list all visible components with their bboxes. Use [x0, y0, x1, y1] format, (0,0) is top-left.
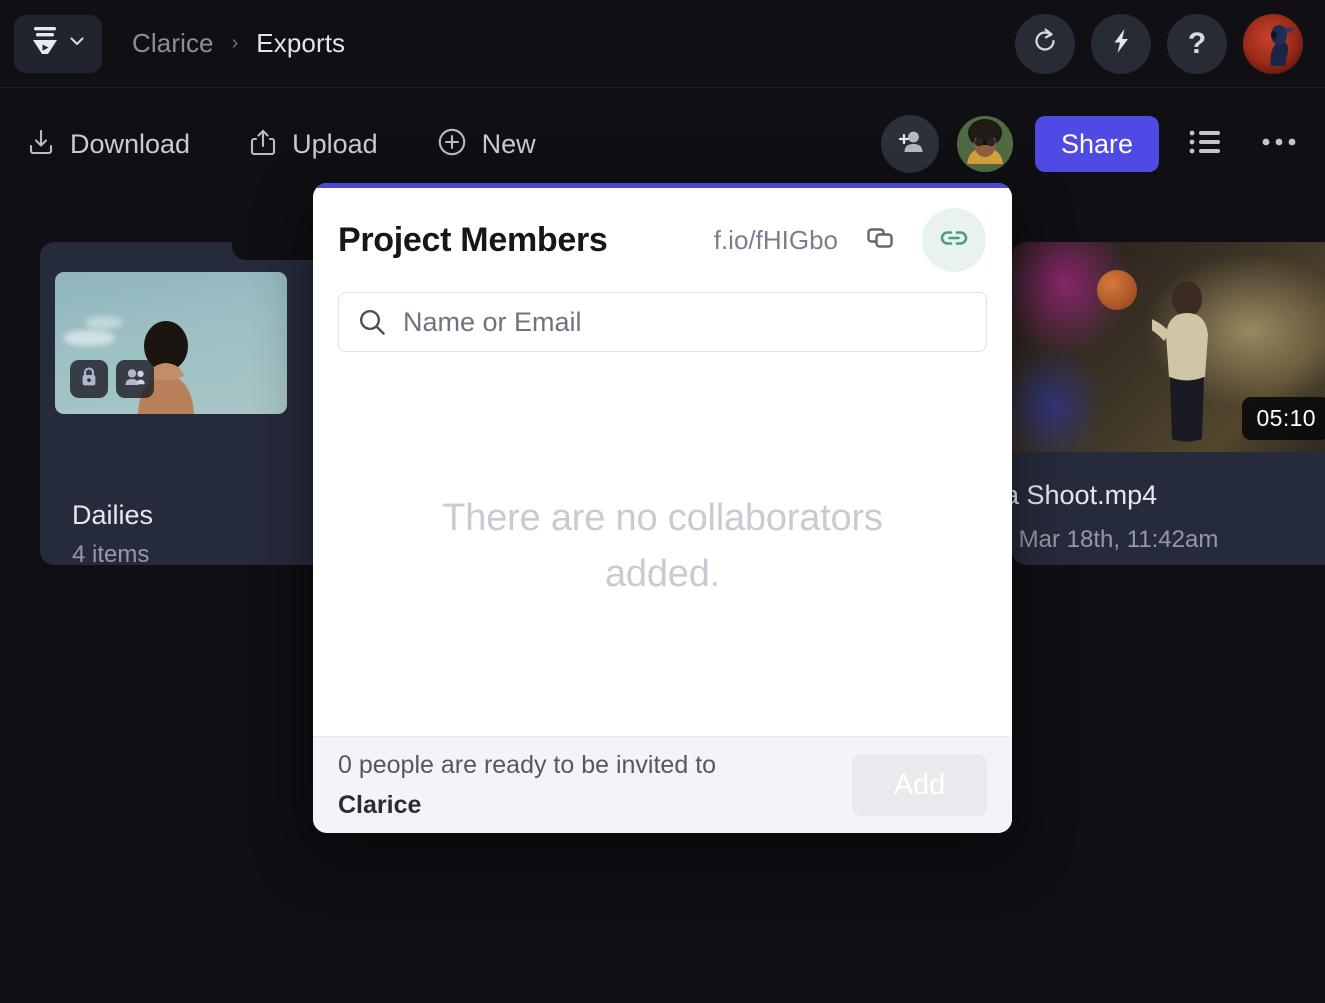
toolbar-right-actions: Share [881, 115, 1307, 173]
invite-target-project: Clarice [338, 785, 716, 826]
modal-header: Project Members f.io/fHIGbo [313, 188, 1012, 292]
new-button[interactable]: New [432, 114, 540, 174]
search-icon [357, 307, 387, 337]
copy-icon [864, 222, 896, 259]
breadcrumb-item-project[interactable]: Clarice [132, 28, 214, 59]
more-options-button[interactable] [1251, 116, 1307, 172]
people-badge[interactable] [116, 360, 154, 398]
thumbnail-image [55, 272, 287, 414]
invite-summary-text: 0 people are ready to be invited to [338, 751, 716, 779]
invite-summary: 0 people are ready to be invited to Clar… [338, 745, 716, 826]
share-link-text: f.io/fHIGbo [714, 225, 838, 256]
plus-circle-icon [436, 126, 468, 163]
video-duration-badge: 05:10 [1242, 397, 1325, 440]
lock-icon [79, 366, 99, 393]
basketball-shape [1097, 270, 1137, 310]
add-button[interactable]: Add [852, 754, 987, 816]
breadcrumb-separator-icon: › [232, 32, 239, 55]
refresh-button[interactable] [1015, 14, 1075, 74]
new-label: New [482, 129, 536, 160]
add-person-icon [894, 126, 926, 163]
breadcrumb: Clarice › Exports [132, 28, 345, 59]
collaborator-avatar[interactable] [957, 116, 1013, 172]
top-bar: Clarice › Exports ? [0, 0, 1325, 88]
user-avatar[interactable] [1243, 14, 1303, 74]
upload-label: Upload [292, 129, 378, 160]
thumbnail-image: 05:10 [1012, 242, 1325, 452]
project-members-modal: Project Members f.io/fHIGbo [313, 183, 1012, 833]
modal-footer: 0 people are ready to be invited to Clar… [313, 736, 1012, 833]
frameio-logo-icon [30, 25, 60, 62]
top-bar-actions: ? [1015, 14, 1303, 74]
cloud-shape [85, 316, 123, 329]
card-title: Dailies [72, 500, 153, 531]
card-subtitle: 4 items [72, 541, 149, 569]
empty-state-message: There are no collaborators added. [423, 490, 903, 602]
share-button[interactable]: Share [1035, 116, 1159, 172]
download-label: Download [70, 129, 190, 160]
upload-icon [248, 127, 278, 162]
search-section [313, 292, 1012, 352]
search-input[interactable] [403, 307, 968, 338]
add-person-button[interactable] [881, 115, 939, 173]
copy-link-button[interactable] [860, 220, 900, 260]
cloud-shape [63, 330, 115, 346]
help-button[interactable]: ? [1167, 14, 1227, 74]
list-view-button[interactable] [1177, 116, 1233, 172]
modal-body: There are no collaborators added. [313, 352, 1012, 736]
share-link-toggle-button[interactable] [922, 208, 986, 272]
card-subtitle: · Mar 18th, 11:42am [1012, 526, 1218, 554]
link-chain-icon [938, 222, 970, 259]
card-title: a Shoot.mp4 [1012, 480, 1157, 511]
video-card-shoot[interactable]: 05:10 a Shoot.mp4 · Mar 18th, 11:42am [1012, 242, 1325, 565]
lock-badge[interactable] [70, 360, 108, 398]
more-horizontal-icon [1261, 135, 1297, 153]
person-silhouette [1152, 277, 1222, 447]
folder-card-dailies[interactable]: Dailies 4 items [40, 242, 360, 565]
question-mark-icon: ? [1188, 29, 1206, 59]
download-button[interactable]: Download [22, 114, 194, 174]
thumbnail-badges [70, 360, 154, 398]
modal-title: Project Members [338, 221, 608, 260]
upload-button[interactable]: Upload [244, 114, 382, 174]
breadcrumb-item-current[interactable]: Exports [256, 28, 345, 59]
search-box[interactable] [338, 292, 987, 352]
workspace-switcher-button[interactable] [14, 15, 102, 73]
lightning-button[interactable] [1091, 14, 1151, 74]
lightning-bolt-icon [1106, 26, 1136, 61]
download-icon [26, 127, 56, 162]
refresh-icon [1030, 26, 1060, 61]
list-view-icon [1188, 127, 1222, 162]
chevron-down-icon [67, 31, 87, 56]
people-icon [124, 367, 146, 392]
